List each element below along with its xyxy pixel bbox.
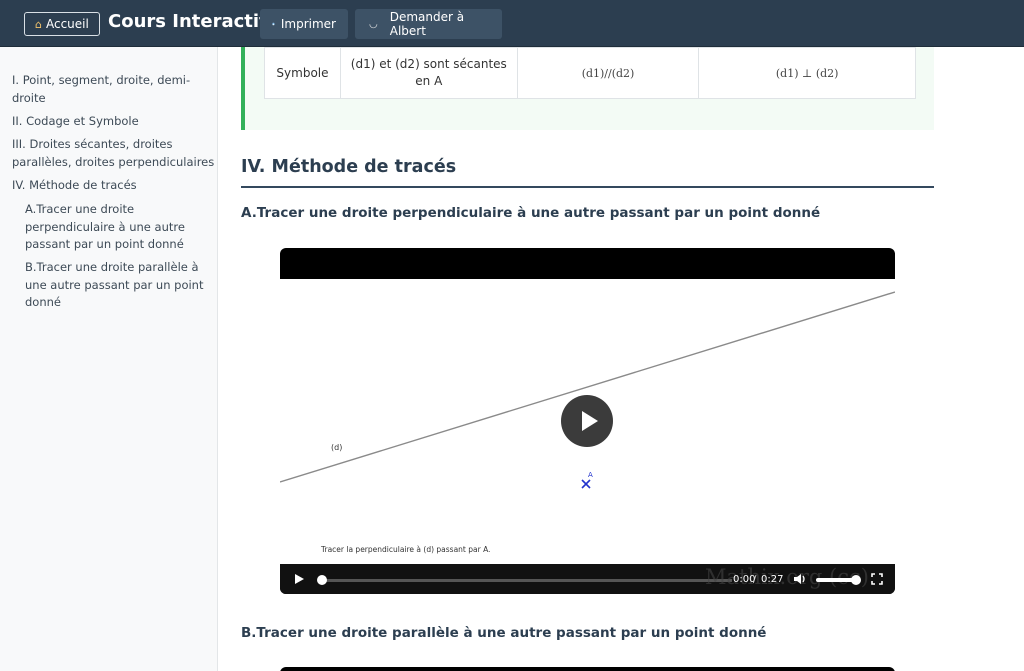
toc-item-line: une autre passant par un point [25,277,204,292]
line-d [280,291,895,483]
watermark: Mathix.org (cc) [705,565,869,589]
duration: 0:27 [761,574,784,585]
section-heading: IV. Méthode de tracés [241,157,457,177]
table-cell-secantes: (d1) et (d2) sont sécantes en A [339,47,518,99]
video-controls: Mathix.org (cc) 0:00 / 0:27 [280,564,895,594]
video-player[interactable]: (d) A Tracer la perpendiculaire à (d) pa… [280,248,895,594]
point-a-label: A [588,471,593,479]
table-cell-perpendiculaires: (d1) ⊥ (d2) [698,47,916,99]
table-row: Symbole (d1) et (d2) sont sécantes en A … [264,47,916,99]
table-of-contents-sidebar: I. Point, segment, droite, demi- droite … [0,47,218,671]
printer-icon [272,22,275,26]
print-button-label: Imprimer [280,17,336,31]
toc-item-line: III. Droites sécantes, droites [12,137,173,151]
print-button[interactable]: Imprimer [260,9,348,39]
toc-item-line: II. Codage et Symbole [12,114,139,128]
toc-item-section-4a[interactable]: A.Tracer une droite perpendiculaire à un… [25,201,185,254]
table-cell-paralleles: (d1)//(d2) [516,47,700,99]
table-cell-line: (d1) et (d2) sont sécantes [350,57,507,71]
toc-item-line: perpendiculaire à une autre [25,219,185,234]
play-icon [582,411,598,431]
time-separator: / [753,574,757,585]
toc-item-line: passant par un point donné [25,237,184,251]
play-button-large[interactable] [561,395,613,447]
volume-handle[interactable] [851,575,861,585]
seek-bar[interactable] [318,579,732,582]
home-button[interactable]: ⌂ Accueil [24,12,100,36]
toc-item-line: B.Tracer une droite parallèle à [25,260,199,274]
toc-item-section-4b[interactable]: B.Tracer une droite parallèle à une autr… [25,259,203,312]
seek-handle[interactable] [317,575,327,585]
home-icon: ⌂ [35,17,42,31]
subsection-a-heading: A.Tracer une droite perpendiculaire à un… [241,205,821,221]
top-navbar: ⌂ Accueil Cours Interactif Imprimer ◡ De… [0,0,1024,47]
ask-albert-button[interactable]: ◡ Demander à Albert [355,9,502,39]
eye-icon: ◡ [369,18,378,30]
toc-item-line: I. Point, segment, droite, demi- [12,73,191,87]
brand-title[interactable]: Cours Interactif [108,11,267,32]
toc-item-line: A.Tracer une droite [25,202,135,216]
toc-item-section-4[interactable]: IV. Méthode de tracés [12,177,137,195]
toc-item-line: donné [25,295,61,309]
play-small-icon[interactable] [292,572,306,586]
home-button-label: Accueil [45,17,89,31]
toc-item-section-1[interactable]: I. Point, segment, droite, demi- droite [12,72,190,107]
toc-item-line: droite [12,90,46,105]
table-cell-line: en A [415,74,443,88]
video-player-b[interactable] [280,667,895,671]
symbol-table: Symbole (d1) et (d2) sont sécantes en A … [264,47,916,99]
subsection-b-heading: B.Tracer une droite parallèle à une autr… [241,625,767,641]
section-divider [241,186,934,188]
toc-item-section-3[interactable]: III. Droites sécantes, droites parallèle… [12,136,214,171]
toc-item-section-2[interactable]: II. Codage et Symbole [12,113,139,131]
point-a-marker [581,479,591,489]
fullscreen-icon[interactable] [871,573,883,585]
volume-icon[interactable] [793,572,807,586]
video-caption: Tracer la perpendiculaire à (d) passant … [320,545,490,554]
toc-item-line: IV. Méthode de tracés [12,178,137,192]
ask-albert-label: Demander à Albert [389,10,465,38]
table-cell-label: Symbole [264,47,341,99]
main-content: Symbole (d1) et (d2) sont sécantes en A … [218,47,1024,671]
toc-item-line: parallèles, droites perpendiculaires [12,154,215,169]
line-d-label: (d) [331,443,342,452]
